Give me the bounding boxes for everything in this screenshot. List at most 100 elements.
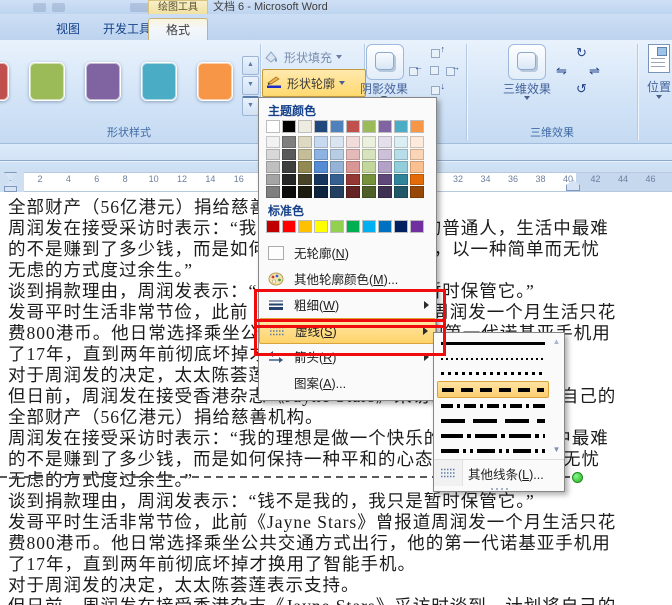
theme-tint-swatch[interactable] — [346, 161, 360, 173]
gallery-scroll-down-button[interactable]: ▼ — [242, 76, 259, 95]
theme-tint-swatch[interactable] — [298, 186, 312, 198]
standard-color-swatch[interactable] — [282, 220, 296, 233]
theme-tint-swatch[interactable] — [330, 149, 344, 161]
theme-color-swatch[interactable] — [330, 120, 344, 133]
dash-style-long-dash-dot-dot[interactable] — [437, 443, 549, 458]
standard-color-swatch[interactable] — [378, 220, 392, 233]
theme-tint-swatch[interactable] — [266, 149, 280, 161]
theme-tint-swatch[interactable] — [266, 174, 280, 186]
nudge-shadow-right-button[interactable]: → — [445, 63, 459, 77]
theme-tint-swatch[interactable] — [282, 174, 296, 186]
theme-tint-swatch[interactable] — [266, 186, 280, 198]
three-d-effects-button[interactable] — [508, 44, 546, 80]
theme-tint-swatch[interactable] — [394, 149, 408, 161]
theme-tint-swatch[interactable] — [314, 149, 328, 161]
standard-color-swatch[interactable] — [266, 220, 280, 233]
submenu-scroll-up-icon[interactable]: ▲ — [551, 337, 562, 347]
theme-color-swatch[interactable] — [362, 120, 376, 133]
theme-color-swatch[interactable] — [378, 120, 392, 133]
rotate-3d-right-icon[interactable]: ⇌ — [589, 64, 600, 77]
theme-tint-swatch[interactable] — [346, 136, 360, 148]
gallery-more-button[interactable]: ▼ — [242, 96, 259, 116]
theme-tint-swatch[interactable] — [282, 186, 296, 198]
shape-style-swatch[interactable] — [197, 62, 233, 101]
standard-color-swatch[interactable] — [298, 220, 312, 233]
theme-tint-swatch[interactable] — [282, 161, 296, 173]
standard-color-swatch[interactable] — [410, 220, 424, 233]
nudge-shadow-down-button[interactable]: ↓ — [430, 82, 444, 96]
theme-color-swatch[interactable] — [266, 120, 280, 133]
theme-tint-swatch[interactable] — [362, 161, 376, 173]
theme-tint-swatch[interactable] — [394, 174, 408, 186]
theme-color-swatch[interactable] — [346, 120, 360, 133]
shape-style-swatch[interactable] — [85, 62, 121, 101]
rotate-3d-bottom-icon[interactable]: ↺ — [576, 82, 587, 95]
theme-tint-swatch[interactable] — [314, 136, 328, 148]
shape-style-swatch[interactable] — [0, 62, 9, 101]
theme-color-swatch[interactable] — [410, 120, 424, 133]
theme-tint-swatch[interactable] — [378, 186, 392, 198]
standard-color-swatch[interactable] — [394, 220, 408, 233]
theme-tint-swatch[interactable] — [410, 161, 424, 173]
menu-item-more-lines[interactable]: 其他线条(L)... — [434, 460, 564, 486]
nudge-shadow-up-button[interactable]: ↑ — [430, 45, 444, 59]
theme-tint-swatch[interactable] — [282, 149, 296, 161]
dash-style-dash[interactable] — [437, 381, 549, 398]
theme-tint-swatch[interactable] — [394, 136, 408, 148]
theme-tint-swatch[interactable] — [330, 161, 344, 173]
rotate-3d-left-icon[interactable]: ⇋ — [556, 64, 567, 77]
theme-tint-swatch[interactable] — [362, 174, 376, 186]
shadow-effects-button[interactable] — [366, 44, 404, 80]
dash-style-dash-dot[interactable] — [437, 398, 549, 413]
theme-tint-swatch[interactable] — [330, 174, 344, 186]
theme-tint-swatch[interactable] — [266, 136, 280, 148]
theme-tint-swatch[interactable] — [314, 186, 328, 198]
dash-style-long-dash-dot[interactable] — [437, 428, 549, 443]
submenu-scroll-down-icon[interactable]: ▼ — [551, 445, 562, 455]
theme-tint-swatch[interactable] — [394, 186, 408, 198]
submenu-resize-grip[interactable] — [434, 486, 564, 492]
theme-tint-swatch[interactable] — [410, 136, 424, 148]
theme-tint-swatch[interactable] — [298, 136, 312, 148]
theme-tint-swatch[interactable] — [362, 136, 376, 148]
theme-tint-swatch[interactable] — [410, 149, 424, 161]
standard-color-swatch[interactable] — [362, 220, 376, 233]
theme-tint-swatch[interactable] — [314, 161, 328, 173]
theme-tint-swatch[interactable] — [410, 174, 424, 186]
theme-tint-swatch[interactable] — [314, 174, 328, 186]
standard-color-swatch[interactable] — [346, 220, 360, 233]
tab-format[interactable]: 格式 — [148, 18, 208, 41]
shape-endpoint-handle[interactable] — [572, 472, 583, 483]
menu-item-pattern[interactable]: 图案(A)... — [259, 370, 436, 396]
theme-tint-swatch[interactable] — [346, 186, 360, 198]
theme-tint-swatch[interactable] — [298, 161, 312, 173]
rotate-3d-top-icon[interactable]: ↻ — [576, 46, 587, 59]
theme-color-swatch[interactable] — [394, 120, 408, 133]
dash-style-solid[interactable] — [437, 336, 549, 351]
shape-outline-button[interactable]: 形状轮廓 — [262, 69, 366, 97]
theme-tint-swatch[interactable] — [378, 149, 392, 161]
dash-style-round-dot[interactable] — [437, 351, 549, 366]
standard-color-swatch[interactable] — [314, 220, 328, 233]
nudge-shadow-left-button[interactable]: ← — [408, 63, 422, 77]
toggle-shadow-button[interactable] — [427, 63, 441, 77]
theme-tint-swatch[interactable] — [266, 161, 280, 173]
theme-tint-swatch[interactable] — [362, 186, 376, 198]
quick-access-icon[interactable] — [52, 3, 65, 12]
gallery-scroll-up-button[interactable]: ▲ — [242, 56, 259, 75]
first-line-indent-marker[interactable] — [4, 172, 17, 181]
theme-tint-swatch[interactable] — [410, 186, 424, 198]
position-button[interactable]: 位置 — [644, 78, 672, 95]
theme-color-swatch[interactable] — [314, 120, 328, 133]
theme-tint-swatch[interactable] — [362, 149, 376, 161]
theme-tint-swatch[interactable] — [378, 161, 392, 173]
shape-fill-button[interactable]: 形状填充 — [263, 46, 363, 68]
theme-tint-swatch[interactable] — [282, 136, 296, 148]
dash-style-square-dot[interactable] — [437, 366, 549, 381]
theme-tint-swatch[interactable] — [394, 161, 408, 173]
theme-tint-swatch[interactable] — [346, 149, 360, 161]
theme-tint-swatch[interactable] — [330, 136, 344, 148]
menu-item-no-outline[interactable]: 无轮廓(N) — [259, 240, 436, 266]
theme-tint-swatch[interactable] — [346, 174, 360, 186]
theme-color-swatch[interactable] — [282, 120, 296, 133]
